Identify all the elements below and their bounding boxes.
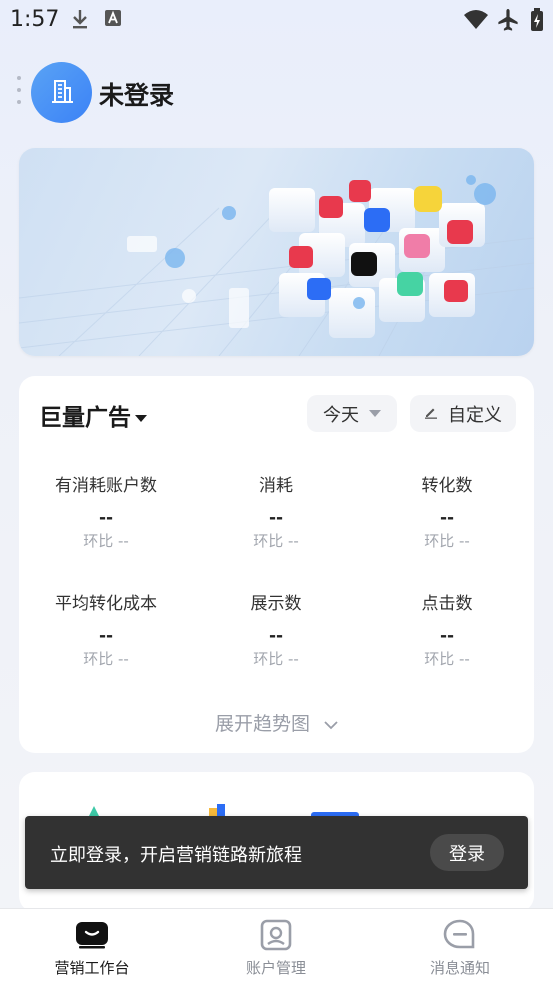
account-type-label: 巨量广告 [39, 405, 131, 431]
metric-conversions[interactable]: 转化数 -- 环比 -- [362, 471, 532, 551]
chevron-down-icon [324, 713, 338, 735]
toast-login-button[interactable]: 登录 [430, 834, 504, 871]
tab-messages[interactable]: 消息通知 [368, 917, 552, 978]
font-a-icon [104, 8, 122, 32]
metric-ratio: 环比 -- [253, 532, 299, 550]
edit-icon [424, 403, 438, 424]
tab-account-management[interactable]: 账户管理 [184, 917, 368, 978]
metric-spend[interactable]: 消耗 -- 环比 -- [191, 471, 361, 551]
metric-ratio: 环比 -- [424, 532, 470, 550]
status-bar: 1:57 [0, 0, 553, 40]
date-filter-today[interactable]: 今天 [307, 395, 397, 432]
metric-impressions[interactable]: 展示数 -- 环比 -- [191, 589, 361, 669]
tab-label: 消息通知 [429, 959, 490, 977]
metric-value: -- [268, 508, 284, 528]
metric-ratio: 环比 -- [83, 650, 129, 668]
download-icon [70, 8, 90, 34]
banner-illustration [19, 175, 534, 356]
metric-active-accounts[interactable]: 有消耗账户数 -- 环比 -- [21, 471, 191, 551]
drag-handle-icon[interactable] [17, 76, 23, 112]
bottom-tab-bar: 营销工作台 账户管理 消息通知 [0, 908, 553, 985]
wifi-icon [463, 8, 489, 34]
metric-value: -- [439, 508, 455, 528]
expand-trend-label: 展开趋势图 [214, 713, 310, 735]
battery-charging-icon [530, 8, 544, 36]
expand-trend-button[interactable]: 展开趋势图 [19, 709, 534, 736]
metric-ratio: 环比 -- [83, 532, 129, 550]
caret-down-icon [369, 410, 381, 417]
metric-clicks[interactable]: 点击数 -- 环比 -- [362, 589, 532, 669]
metric-ratio: 环比 -- [424, 650, 470, 668]
login-toast: 立即登录，开启营销链路新旅程 登录 [25, 816, 528, 889]
avatar[interactable] [31, 62, 92, 123]
metric-value: -- [268, 626, 284, 646]
metric-value: -- [439, 626, 455, 646]
metric-label: 点击数 [421, 594, 473, 614]
metric-avg-conversion-cost[interactable]: 平均转化成本 -- 环比 -- [21, 589, 191, 669]
toast-message: 立即登录，开启营销链路新旅程 [50, 845, 302, 866]
metric-ratio: 环比 -- [253, 650, 299, 668]
tab-label: 账户管理 [245, 959, 306, 977]
metric-label: 消耗 [259, 476, 293, 496]
metric-value: -- [98, 508, 114, 528]
message-icon [368, 917, 552, 953]
metric-value: -- [98, 626, 114, 646]
status-time: 1:57 [10, 7, 60, 32]
tab-label: 营销工作台 [54, 959, 130, 977]
account-icon [184, 917, 368, 953]
date-filter-label: 今天 [323, 404, 359, 426]
custom-filter-label: 自定义 [448, 404, 502, 426]
account-type-selector[interactable]: 巨量广告 [39, 398, 147, 432]
metric-label: 转化数 [421, 476, 473, 496]
stats-card: 巨量广告 今天 自定义 有消耗账户数 -- 环比 -- 消耗 -- 环比 -- … [19, 376, 534, 753]
building-icon [47, 76, 77, 110]
metric-label: 展示数 [250, 594, 302, 614]
caret-down-icon [135, 415, 147, 422]
metric-label: 有消耗账户数 [55, 476, 157, 496]
metric-label: 平均转化成本 [55, 594, 157, 614]
header: 未登录 [0, 58, 553, 128]
airplane-icon [496, 8, 520, 36]
promo-banner[interactable] [19, 148, 534, 356]
date-filter-custom[interactable]: 自定义 [410, 395, 516, 432]
workbench-icon [0, 917, 184, 953]
tab-workbench[interactable]: 营销工作台 [0, 917, 184, 978]
login-status-title[interactable]: 未登录 [99, 76, 174, 112]
